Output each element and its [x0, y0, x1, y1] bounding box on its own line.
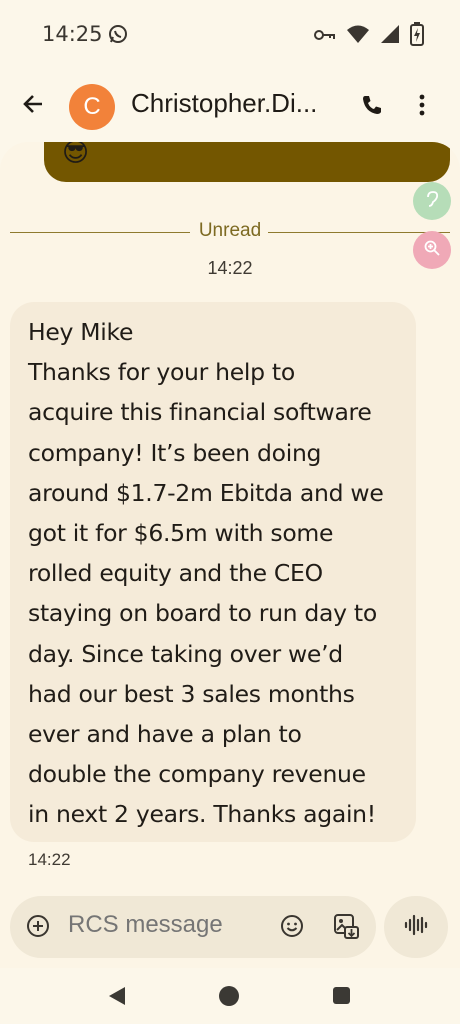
sunglasses-emoji: 😎	[62, 142, 90, 168]
zoom-icon	[423, 239, 441, 261]
nav-back-icon[interactable]	[108, 986, 126, 1010]
nav-recents-icon[interactable]	[333, 987, 350, 1004]
message-composer	[10, 896, 376, 958]
zoom-button[interactable]	[413, 231, 451, 269]
message-timestamp: 14:22	[28, 850, 71, 869]
divider-timestamp: 14:22	[207, 258, 253, 278]
phone-icon[interactable]	[360, 93, 384, 121]
status-bar: 14:25	[0, 0, 460, 72]
sent-message-bubble[interactable]	[44, 142, 450, 182]
status-time: 14:25	[42, 22, 103, 46]
hearing-icon	[423, 190, 441, 212]
contact-name[interactable]: Christopher.Di...	[131, 88, 341, 119]
gallery-icon[interactable]	[332, 912, 360, 944]
nav-home-icon[interactable]	[219, 986, 239, 1006]
emoji-icon[interactable]	[280, 914, 304, 942]
vpn-key-icon	[314, 27, 336, 46]
voice-message-button[interactable]	[384, 896, 448, 958]
avatar-letter: C	[83, 93, 101, 120]
more-vert-icon[interactable]	[418, 93, 426, 121]
hearing-button[interactable]	[413, 182, 451, 220]
voice-icon	[404, 914, 428, 940]
signal-icon	[380, 24, 400, 48]
whatsapp-icon	[108, 24, 128, 48]
wifi-icon	[346, 24, 370, 48]
conversation-area: 😎 Unread 14:22 Hey Mike Thanks for your …	[0, 142, 460, 968]
unread-label: Unread	[198, 220, 262, 241]
avatar[interactable]: C	[69, 84, 115, 130]
unread-divider-left	[10, 232, 190, 233]
message-input[interactable]	[66, 910, 260, 940]
received-message-bubble[interactable]: Hey Mike Thanks for your help to acquire…	[10, 302, 416, 842]
add-circle-icon[interactable]	[26, 914, 50, 942]
message-text: Hey Mike Thanks for your help to acquire…	[28, 318, 384, 829]
battery-charging-icon	[410, 22, 424, 50]
back-arrow-icon[interactable]	[20, 90, 48, 118]
